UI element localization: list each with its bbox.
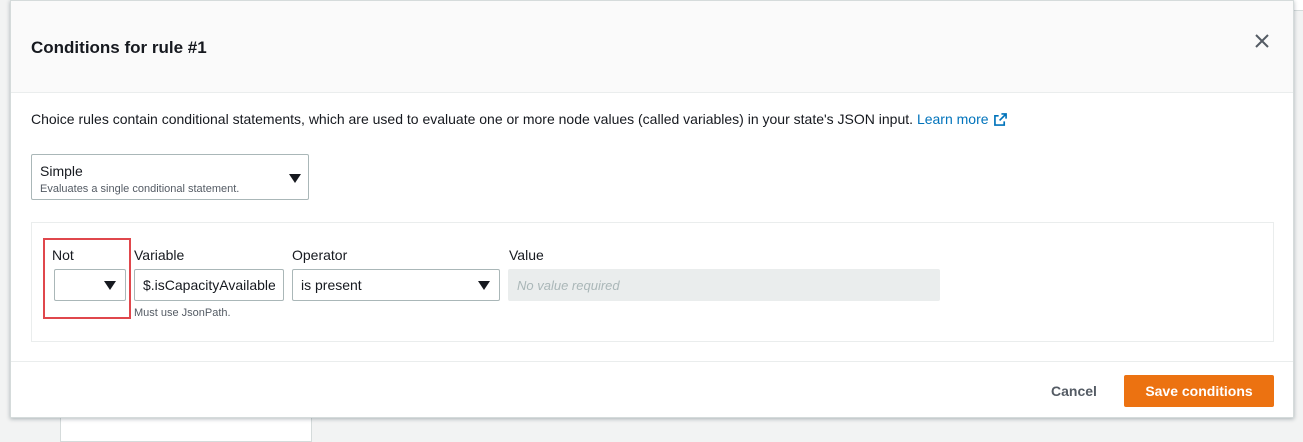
- variable-label: Variable: [134, 247, 185, 263]
- learn-more-label: Learn more: [916, 111, 989, 127]
- value-input: [508, 269, 940, 301]
- condition-row: Not Variable Must use JsonPath. Operator…: [31, 222, 1274, 342]
- value-label: Value: [509, 247, 544, 263]
- not-select[interactable]: [54, 269, 126, 301]
- learn-more-link[interactable]: Learn more: [917, 111, 1007, 127]
- variable-help-text: Must use JsonPath.: [134, 307, 231, 319]
- cancel-button[interactable]: Cancel: [1035, 375, 1113, 407]
- save-conditions-button[interactable]: Save conditions: [1124, 375, 1274, 407]
- description: Choice rules contain conditional stateme…: [31, 111, 1007, 127]
- description-text: Choice rules contain conditional stateme…: [31, 111, 914, 127]
- conditions-modal: Conditions for rule #1 Choice rules cont…: [10, 0, 1294, 418]
- operator-label: Operator: [292, 247, 348, 263]
- variable-input[interactable]: [134, 269, 284, 301]
- rule-type-value: Simple: [40, 163, 83, 179]
- rule-type-select[interactable]: Simple Evaluates a single conditional st…: [31, 154, 309, 200]
- modal-title: Conditions for rule #1: [31, 38, 207, 57]
- rule-type-subtext: Evaluates a single conditional statement…: [40, 183, 240, 195]
- footer-divider: [11, 361, 1293, 362]
- close-icon: [1255, 34, 1269, 48]
- caret-down-icon: [478, 281, 490, 290]
- modal-header: Conditions for rule #1: [11, 1, 1293, 93]
- operator-select[interactable]: is present: [292, 269, 500, 301]
- caret-down-icon: [104, 281, 116, 290]
- external-link-icon: [993, 113, 1007, 126]
- operator-value: is present: [301, 277, 362, 293]
- caret-down-icon: [289, 174, 301, 183]
- close-button[interactable]: [1251, 30, 1273, 52]
